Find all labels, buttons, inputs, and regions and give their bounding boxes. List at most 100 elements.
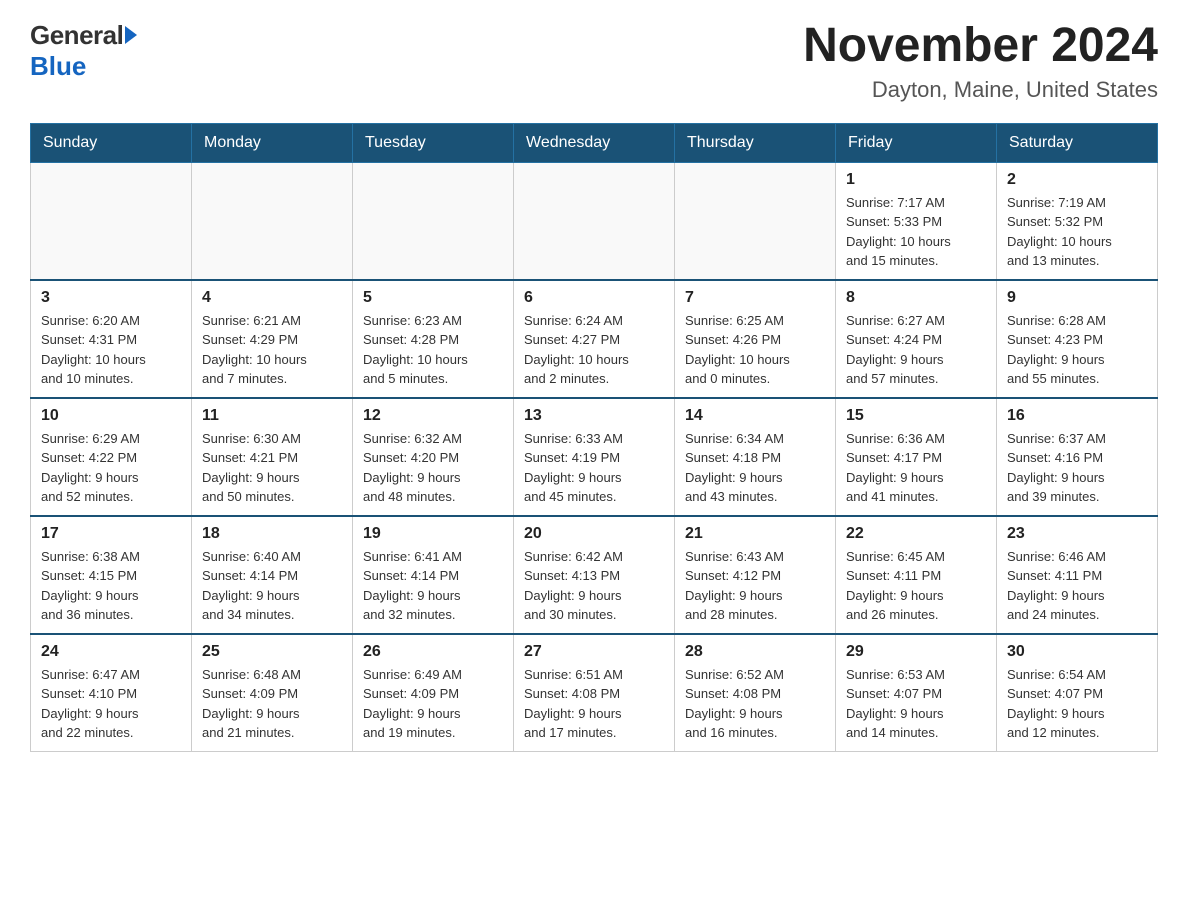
day-number: 13 <box>524 407 664 425</box>
day-number: 29 <box>846 643 986 661</box>
day-number: 8 <box>846 289 986 307</box>
day-info: Sunrise: 6:48 AM Sunset: 4:09 PM Dayligh… <box>202 665 342 743</box>
calendar-table: Sunday Monday Tuesday Wednesday Thursday… <box>30 123 1158 752</box>
calendar-cell: 16 Sunrise: 6:37 AM Sunset: 4:16 PM Dayli… <box>997 398 1158 516</box>
calendar-cell: 20 Sunrise: 6:42 AM Sunset: 4:13 PM Dayli… <box>514 516 675 634</box>
calendar-cell: 22 Sunrise: 6:45 AM Sunset: 4:11 PM Dayli… <box>836 516 997 634</box>
day-info: Sunrise: 6:25 AM Sunset: 4:26 PM Dayligh… <box>685 311 825 389</box>
day-number: 5 <box>363 289 503 307</box>
day-number: 1 <box>846 171 986 189</box>
day-number: 7 <box>685 289 825 307</box>
day-info: Sunrise: 6:29 AM Sunset: 4:22 PM Dayligh… <box>41 429 181 507</box>
day-number: 2 <box>1007 171 1147 189</box>
calendar-cell: 19Sunrise: 6:41 AM Sunset: 4:14 PM Dayli… <box>353 516 514 634</box>
location-subtitle: Dayton, Maine, United States <box>803 77 1158 103</box>
calendar-cell: 15 Sunrise: 6:36 AM Sunset: 4:17 PM Dayli… <box>836 398 997 516</box>
calendar-cell: 6 Sunrise: 6:24 AM Sunset: 4:27 PM Daylig… <box>514 280 675 398</box>
header-wednesday: Wednesday <box>514 123 675 162</box>
calendar-week-row: 17 Sunrise: 6:38 AM Sunset: 4:15 PM Dayli… <box>31 516 1158 634</box>
day-number: 10 <box>41 407 181 425</box>
day-number: 17 <box>41 525 181 543</box>
calendar-cell <box>31 162 192 280</box>
calendar-cell: 29 Sunrise: 6:53 AM Sunset: 4:07 PM Dayli… <box>836 634 997 752</box>
header-monday: Monday <box>192 123 353 162</box>
calendar-cell: 1 Sunrise: 7:17 AM Sunset: 5:33 PM Daylig… <box>836 162 997 280</box>
day-number: 6 <box>524 289 664 307</box>
day-number: 23 <box>1007 525 1147 543</box>
calendar-cell: 9Sunrise: 6:28 AM Sunset: 4:23 PM Daylig… <box>997 280 1158 398</box>
day-info: Sunrise: 6:47 AM Sunset: 4:10 PM Dayligh… <box>41 665 181 743</box>
day-info: Sunrise: 6:46 AM Sunset: 4:11 PM Dayligh… <box>1007 547 1147 625</box>
month-title: November 2024 <box>803 20 1158 73</box>
day-number: 9 <box>1007 289 1147 307</box>
day-number: 18 <box>202 525 342 543</box>
calendar-cell <box>514 162 675 280</box>
calendar-cell <box>192 162 353 280</box>
day-info: Sunrise: 6:20 AM Sunset: 4:31 PM Dayligh… <box>41 311 181 389</box>
header-sunday: Sunday <box>31 123 192 162</box>
calendar-cell: 12 Sunrise: 6:32 AM Sunset: 4:20 PM Dayli… <box>353 398 514 516</box>
day-info: Sunrise: 6:37 AM Sunset: 4:16 PM Dayligh… <box>1007 429 1147 507</box>
calendar-cell: 21Sunrise: 6:43 AM Sunset: 4:12 PM Dayli… <box>675 516 836 634</box>
day-info: Sunrise: 6:21 AM Sunset: 4:29 PM Dayligh… <box>202 311 342 389</box>
calendar-cell: 28Sunrise: 6:52 AM Sunset: 4:08 PM Dayli… <box>675 634 836 752</box>
day-info: Sunrise: 6:23 AM Sunset: 4:28 PM Dayligh… <box>363 311 503 389</box>
day-number: 27 <box>524 643 664 661</box>
day-number: 16 <box>1007 407 1147 425</box>
day-number: 15 <box>846 407 986 425</box>
day-info: Sunrise: 6:30 AM Sunset: 4:21 PM Dayligh… <box>202 429 342 507</box>
header-thursday: Thursday <box>675 123 836 162</box>
calendar-cell: 10 Sunrise: 6:29 AM Sunset: 4:22 PM Dayli… <box>31 398 192 516</box>
day-number: 21 <box>685 525 825 543</box>
day-number: 19 <box>363 525 503 543</box>
day-info: Sunrise: 6:45 AM Sunset: 4:11 PM Dayligh… <box>846 547 986 625</box>
calendar-cell: 2Sunrise: 7:19 AM Sunset: 5:32 PM Daylig… <box>997 162 1158 280</box>
calendar-header-row: Sunday Monday Tuesday Wednesday Thursday… <box>31 123 1158 162</box>
page-header: General Blue November 2024 Dayton, Maine… <box>30 20 1158 103</box>
day-info: Sunrise: 6:38 AM Sunset: 4:15 PM Dayligh… <box>41 547 181 625</box>
day-info: Sunrise: 6:51 AM Sunset: 4:08 PM Dayligh… <box>524 665 664 743</box>
day-info: Sunrise: 6:27 AM Sunset: 4:24 PM Dayligh… <box>846 311 986 389</box>
day-info: Sunrise: 6:34 AM Sunset: 4:18 PM Dayligh… <box>685 429 825 507</box>
day-number: 26 <box>363 643 503 661</box>
calendar-cell: 4 Sunrise: 6:21 AM Sunset: 4:29 PM Daylig… <box>192 280 353 398</box>
day-info: Sunrise: 6:52 AM Sunset: 4:08 PM Dayligh… <box>685 665 825 743</box>
calendar-cell: 13 Sunrise: 6:33 AM Sunset: 4:19 PM Dayli… <box>514 398 675 516</box>
calendar-cell: 30Sunrise: 6:54 AM Sunset: 4:07 PM Dayli… <box>997 634 1158 752</box>
calendar-cell: 14 Sunrise: 6:34 AM Sunset: 4:18 PM Dayli… <box>675 398 836 516</box>
calendar-week-row: 1 Sunrise: 7:17 AM Sunset: 5:33 PM Daylig… <box>31 162 1158 280</box>
day-info: Sunrise: 6:33 AM Sunset: 4:19 PM Dayligh… <box>524 429 664 507</box>
calendar-cell: 3Sunrise: 6:20 AM Sunset: 4:31 PM Daylig… <box>31 280 192 398</box>
header-tuesday: Tuesday <box>353 123 514 162</box>
day-number: 14 <box>685 407 825 425</box>
calendar-cell: 24Sunrise: 6:47 AM Sunset: 4:10 PM Dayli… <box>31 634 192 752</box>
day-info: Sunrise: 6:24 AM Sunset: 4:27 PM Dayligh… <box>524 311 664 389</box>
calendar-cell: 5 Sunrise: 6:23 AM Sunset: 4:28 PM Daylig… <box>353 280 514 398</box>
day-info: Sunrise: 6:32 AM Sunset: 4:20 PM Dayligh… <box>363 429 503 507</box>
calendar-cell: 7 Sunrise: 6:25 AM Sunset: 4:26 PM Daylig… <box>675 280 836 398</box>
calendar-cell: 8 Sunrise: 6:27 AM Sunset: 4:24 PM Daylig… <box>836 280 997 398</box>
day-number: 11 <box>202 407 342 425</box>
title-section: November 2024 Dayton, Maine, United Stat… <box>803 20 1158 103</box>
day-info: Sunrise: 6:54 AM Sunset: 4:07 PM Dayligh… <box>1007 665 1147 743</box>
day-number: 4 <box>202 289 342 307</box>
logo-blue-text: Blue <box>30 51 86 82</box>
day-number: 12 <box>363 407 503 425</box>
day-info: Sunrise: 6:53 AM Sunset: 4:07 PM Dayligh… <box>846 665 986 743</box>
day-number: 25 <box>202 643 342 661</box>
day-info: Sunrise: 6:42 AM Sunset: 4:13 PM Dayligh… <box>524 547 664 625</box>
calendar-week-row: 3Sunrise: 6:20 AM Sunset: 4:31 PM Daylig… <box>31 280 1158 398</box>
logo: General Blue <box>30 20 137 82</box>
calendar-cell: 23 Sunrise: 6:46 AM Sunset: 4:11 PM Dayli… <box>997 516 1158 634</box>
day-number: 20 <box>524 525 664 543</box>
calendar-week-row: 10 Sunrise: 6:29 AM Sunset: 4:22 PM Dayli… <box>31 398 1158 516</box>
calendar-cell: 27 Sunrise: 6:51 AM Sunset: 4:08 PM Dayli… <box>514 634 675 752</box>
day-info: Sunrise: 7:17 AM Sunset: 5:33 PM Dayligh… <box>846 193 986 271</box>
day-info: Sunrise: 6:36 AM Sunset: 4:17 PM Dayligh… <box>846 429 986 507</box>
calendar-cell <box>353 162 514 280</box>
logo-general-text: General <box>30 20 123 51</box>
calendar-cell <box>675 162 836 280</box>
day-info: Sunrise: 6:49 AM Sunset: 4:09 PM Dayligh… <box>363 665 503 743</box>
day-number: 22 <box>846 525 986 543</box>
header-saturday: Saturday <box>997 123 1158 162</box>
